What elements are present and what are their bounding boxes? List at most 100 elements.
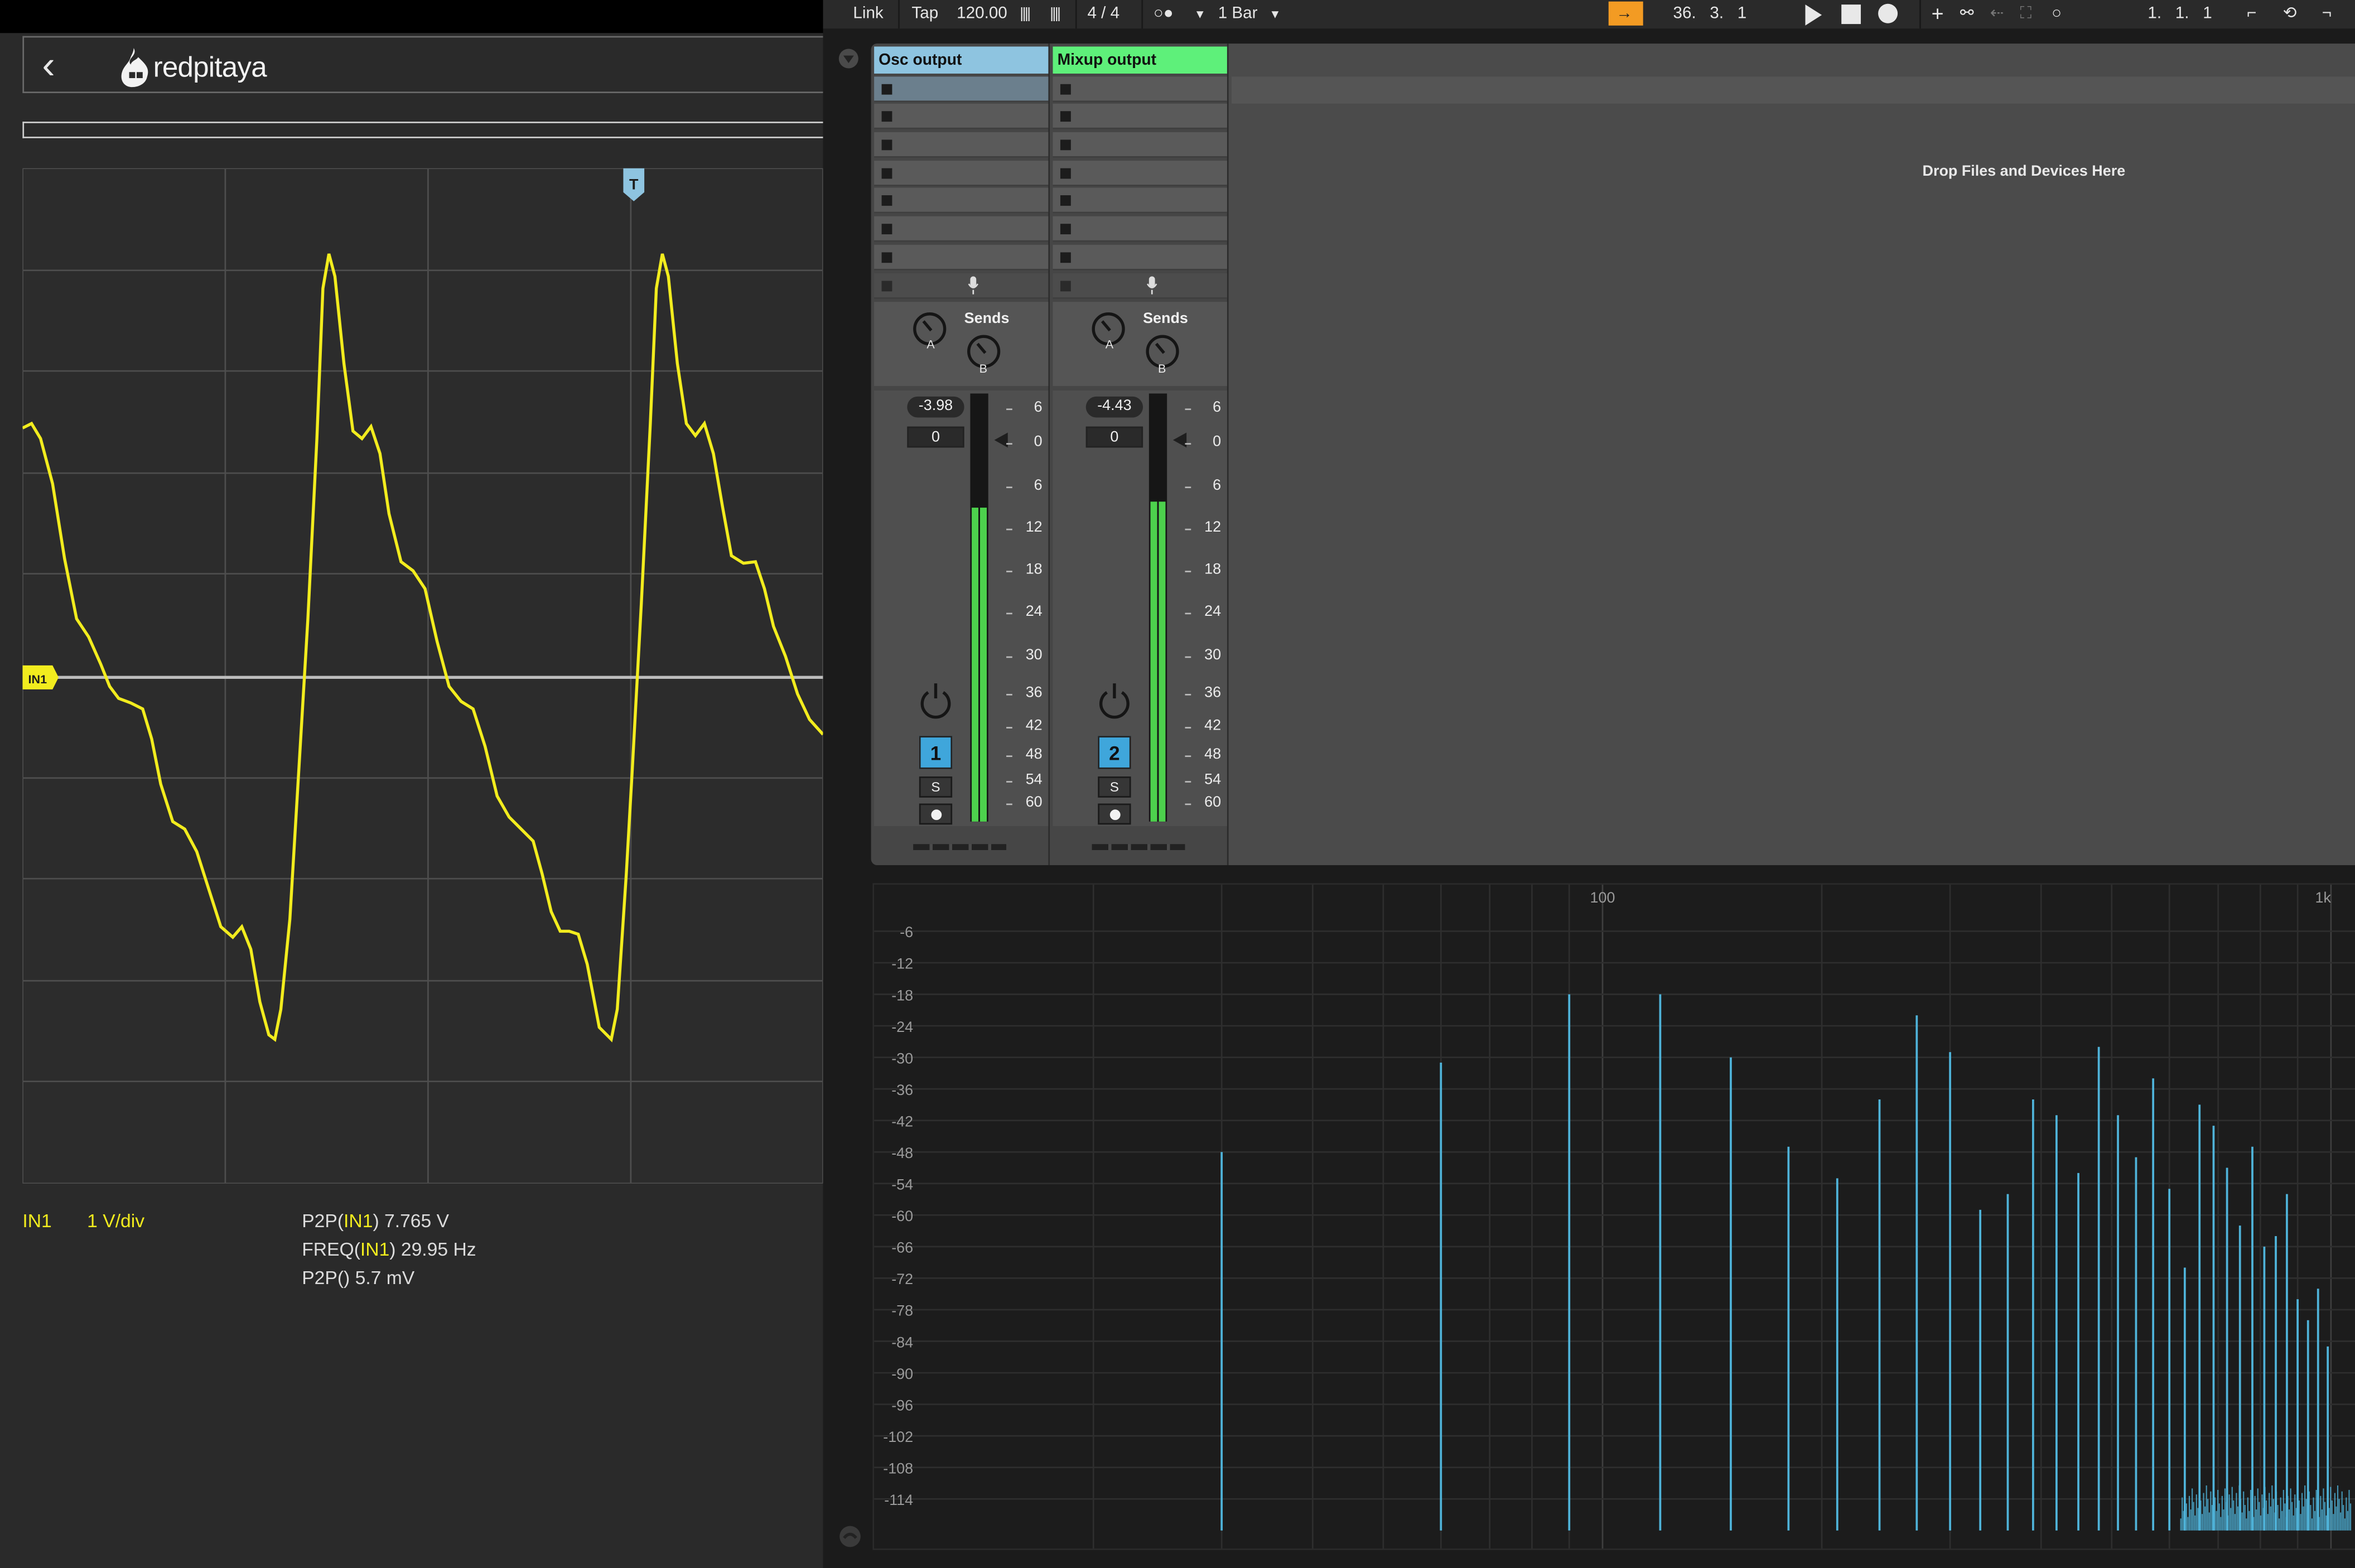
clip-slot[interactable] bbox=[1053, 244, 1227, 271]
pan-display[interactable]: 0 bbox=[1085, 426, 1143, 448]
arm-button[interactable] bbox=[919, 803, 953, 825]
punch-in-icon[interactable]: ⌐ bbox=[2247, 0, 2256, 28]
stop-button-icon[interactable] bbox=[1060, 224, 1071, 235]
clip-slot[interactable] bbox=[874, 216, 1049, 242]
meter-tick bbox=[1006, 656, 1012, 658]
stop-all-icon[interactable] bbox=[1060, 281, 1071, 292]
track-stop-row[interactable] bbox=[1053, 273, 1227, 299]
follow-arrow-icon: → bbox=[1616, 4, 1633, 23]
volume-display[interactable]: -3.98 bbox=[907, 396, 964, 418]
top-black-bar bbox=[0, 0, 823, 33]
meter-tick bbox=[1006, 408, 1012, 411]
track-number-button[interactable]: 2 bbox=[1098, 736, 1131, 769]
meter-tick-label: 60 bbox=[1204, 794, 1222, 812]
meter-tick-label: 6 bbox=[1034, 399, 1043, 416]
clip-slot[interactable] bbox=[874, 187, 1049, 214]
stop-button-icon[interactable] bbox=[881, 84, 892, 95]
meter-tick-label: 48 bbox=[1025, 746, 1043, 763]
track-title[interactable]: Mixup output bbox=[1053, 46, 1227, 74]
automation-arm-icon[interactable]: ⚯ bbox=[1960, 0, 1974, 28]
channel-marker[interactable]: IN1 bbox=[22, 665, 59, 689]
punch-out-icon[interactable]: ¬ bbox=[2322, 0, 2332, 28]
pan-display[interactable]: 0 bbox=[907, 426, 964, 448]
scope-display[interactable]: T IN1 bbox=[22, 168, 823, 1184]
stop-button-icon[interactable] bbox=[1060, 139, 1071, 151]
overdub-icon[interactable]: + bbox=[1932, 0, 1944, 28]
stop-button-icon[interactable] bbox=[1060, 84, 1071, 95]
link-button[interactable]: Link bbox=[853, 0, 883, 28]
arm-button[interactable] bbox=[1098, 803, 1131, 825]
device-view-toggle-icon[interactable] bbox=[838, 1524, 862, 1548]
clip-slot[interactable] bbox=[1053, 216, 1227, 242]
clip-slot[interactable] bbox=[1053, 132, 1227, 158]
meter-tick bbox=[1006, 443, 1012, 445]
stop-button-icon[interactable] bbox=[881, 224, 892, 235]
clip-slot[interactable] bbox=[1053, 187, 1227, 214]
nudge-up-icon[interactable]: |||| bbox=[1050, 0, 1061, 28]
back-button[interactable]: ‹ bbox=[42, 45, 55, 84]
clip-slot[interactable] bbox=[1053, 103, 1227, 129]
time-signature[interactable]: 4 / 4 bbox=[1087, 0, 1119, 28]
track-activator-icon[interactable] bbox=[916, 681, 955, 720]
stop-button-icon[interactable] bbox=[1060, 168, 1071, 179]
meter-tick bbox=[1185, 443, 1191, 445]
track-stop-row[interactable] bbox=[874, 273, 1049, 299]
stop-button-icon[interactable] bbox=[881, 139, 892, 151]
quantize-dropdown-icon[interactable]: ▼ bbox=[1269, 0, 1281, 28]
back-to-arrangement-icon[interactable]: ⇠ bbox=[1990, 0, 2004, 28]
arrangement-position[interactable]: 36. 3. 1 bbox=[1673, 0, 1747, 28]
quantize-select[interactable]: 1 Bar bbox=[1218, 0, 1258, 28]
clip-slot[interactable] bbox=[1053, 76, 1227, 103]
track-title[interactable]: Osc output bbox=[874, 46, 1049, 74]
microphone-icon[interactable] bbox=[967, 276, 979, 295]
microphone-icon[interactable] bbox=[1146, 276, 1158, 295]
stop-button-icon[interactable] bbox=[1060, 111, 1071, 122]
meter-tick-label: 12 bbox=[1025, 519, 1043, 537]
browser-toggle-icon[interactable] bbox=[838, 48, 859, 69]
solo-button[interactable]: S bbox=[1098, 776, 1131, 798]
record-icon[interactable] bbox=[1878, 3, 1899, 31]
session-record-icon[interactable]: ○ bbox=[2052, 0, 2062, 28]
clip-slot[interactable] bbox=[1053, 161, 1227, 186]
spectrum-analyzer[interactable]: -6 -12 -18 -24 -30 -36 -42 -48 -54 -60 -66 -72 -78 -8… bbox=[872, 883, 2355, 1550]
sends-label: Sends bbox=[1143, 311, 1188, 327]
stop-button-icon[interactable] bbox=[881, 252, 892, 263]
stop-button-icon[interactable] bbox=[881, 168, 892, 179]
stop-button-icon[interactable] bbox=[1060, 252, 1071, 263]
metronome-icon[interactable]: ○● bbox=[1154, 0, 1174, 28]
loop-switch-icon[interactable]: ⟲ bbox=[2283, 0, 2297, 28]
metronome-dropdown-icon[interactable]: ▼ bbox=[1194, 0, 1206, 28]
oscilloscope-panel: ‹ redpitaya T IN1 IN1 1 V/div P2P(IN1) 7… bbox=[0, 0, 823, 1568]
loop-start-position[interactable]: 1. 1. 1 bbox=[2148, 0, 2212, 28]
send-a-label: A bbox=[926, 337, 935, 352]
volume-display[interactable]: -4.43 bbox=[1085, 396, 1143, 418]
stop-button-icon[interactable] bbox=[1060, 195, 1071, 206]
nudge-down-icon[interactable]: |||| bbox=[1020, 0, 1031, 28]
clip-slot[interactable] bbox=[874, 132, 1049, 158]
meter-tick bbox=[1006, 571, 1012, 572]
clip-slot[interactable] bbox=[874, 161, 1049, 186]
clip-slot[interactable] bbox=[874, 244, 1049, 271]
follow-button[interactable]: → bbox=[1608, 1, 1643, 26]
play-icon[interactable] bbox=[1802, 4, 1823, 33]
solo-button[interactable]: S bbox=[919, 776, 953, 798]
capture-icon[interactable]: ⛶ bbox=[2020, 0, 2032, 28]
clip-slot[interactable] bbox=[874, 76, 1049, 103]
tempo-field[interactable]: 120.00 bbox=[957, 0, 1007, 28]
stop-button-icon[interactable] bbox=[881, 195, 892, 206]
stop-all-icon[interactable] bbox=[881, 281, 892, 292]
track-activator-icon[interactable] bbox=[1095, 681, 1134, 720]
session-view[interactable]: Drop Files and Devices Here Osc output A bbox=[871, 44, 2355, 865]
y-tick-label: -96 bbox=[891, 1397, 913, 1413]
y-tick-label: -42 bbox=[891, 1113, 913, 1130]
meter-tick bbox=[1185, 612, 1191, 615]
y-tick-label: -102 bbox=[883, 1429, 913, 1445]
track-number-button[interactable]: 1 bbox=[919, 736, 953, 769]
tap-button[interactable]: Tap bbox=[911, 0, 938, 28]
channel-scale[interactable]: 1 V/div bbox=[87, 1210, 144, 1232]
clip-slot[interactable] bbox=[874, 103, 1049, 129]
stop-button-icon[interactable] bbox=[881, 111, 892, 122]
meter-tick bbox=[1185, 693, 1191, 696]
stop-icon[interactable] bbox=[1841, 4, 1861, 33]
measurement-p2p-empty: P2P() 5.7 mV bbox=[302, 1267, 415, 1289]
